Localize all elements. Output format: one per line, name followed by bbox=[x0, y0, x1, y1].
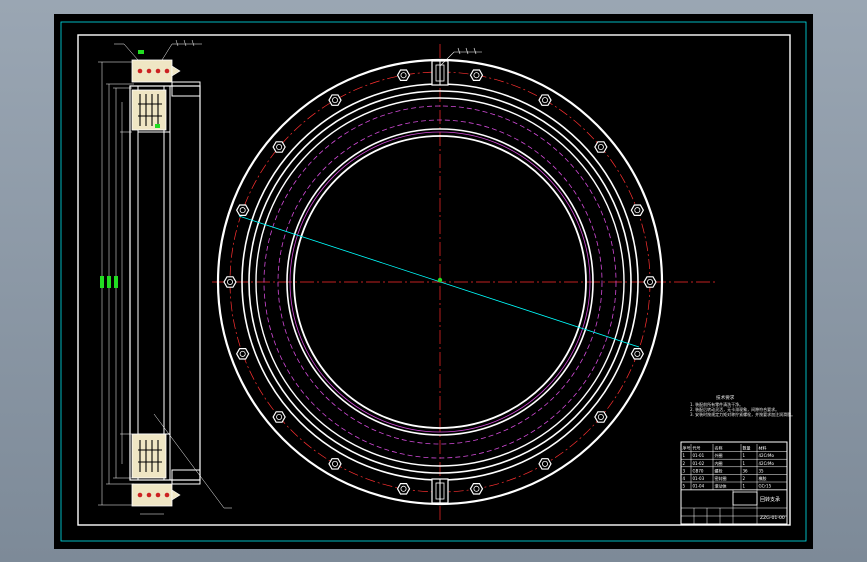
notes-heading: 技术要求 bbox=[716, 394, 735, 401]
side-green-marker-mid bbox=[155, 124, 160, 128]
bolt-hole-hex bbox=[272, 411, 286, 423]
bolt-hole-hex bbox=[469, 483, 484, 495]
parts-header-cell: 序号 bbox=[683, 445, 691, 451]
bolt-hole-hex bbox=[538, 94, 552, 106]
top-section bbox=[131, 59, 201, 131]
bolt-hole-hex bbox=[643, 276, 657, 288]
parts-header-cell: 代号 bbox=[693, 445, 701, 451]
bolt-hole-hex bbox=[630, 348, 645, 360]
bolt-hole-hex bbox=[469, 69, 484, 81]
parts-cell: 密封圈 bbox=[715, 475, 727, 481]
bolt-hole-hex bbox=[328, 94, 342, 106]
parts-cell: GCr15 bbox=[759, 484, 772, 489]
parts-cell: 42CrMo bbox=[759, 461, 775, 466]
parts-cell: 01-04 bbox=[693, 484, 705, 489]
parts-cell: 35 bbox=[759, 468, 765, 473]
parts-cell: 内圈 bbox=[715, 460, 723, 466]
bolt-hole-hex bbox=[538, 458, 552, 470]
bottom-fitting bbox=[431, 478, 449, 504]
parts-cell: 外圈 bbox=[715, 452, 723, 458]
parts-header-cell: 材料 bbox=[759, 445, 767, 451]
bolt-hole-hex bbox=[235, 204, 250, 216]
bolt-hole-hex bbox=[594, 411, 608, 423]
side-body-outline bbox=[129, 85, 201, 481]
side-dimension-ticks bbox=[100, 276, 118, 288]
bolt-hole-hex bbox=[328, 458, 342, 470]
title-block: 序号 代号 名称 数量 材料1 01-01 外圈 1 42CrMo2 01-02 内圈 1 42CrMo… bbox=[680, 441, 788, 525]
bolt-hole-hex bbox=[223, 276, 237, 288]
bolt-hole-hex bbox=[272, 141, 286, 153]
bolt-hole-hex bbox=[235, 348, 250, 360]
parts-cell: 01-02 bbox=[693, 461, 705, 466]
technical-notes: 技术要求 1. 装配前所有零件清洗干净。 2. 装配后转动灵活，无卡滞现象，间隙… bbox=[690, 394, 795, 417]
parts-cell: GB70 bbox=[693, 468, 704, 473]
top-fitting bbox=[431, 60, 449, 86]
parts-header-cell: 名称 bbox=[715, 445, 723, 451]
bolt-hole-hex bbox=[396, 69, 411, 81]
cad-viewport[interactable]: 技术要求 1. 装配前所有零件清洗干净。 2. 装配后转动灵活，无卡滞现象，间隙… bbox=[54, 14, 813, 549]
parts-header-cell: 数量 bbox=[743, 445, 751, 451]
parts-cell: 01-01 bbox=[693, 453, 705, 458]
front-view bbox=[212, 44, 716, 522]
parts-cell: 42CrMo bbox=[759, 453, 775, 458]
parts-cell: 螺栓 bbox=[715, 467, 723, 473]
parts-cell: 橡胶 bbox=[759, 475, 767, 481]
bolt-hole-hex bbox=[396, 483, 411, 495]
side-section-view bbox=[98, 39, 232, 515]
note-line-3: 3. 安装时按规定力矩对称拧紧螺栓，并按要求加注润滑脂。 bbox=[690, 411, 795, 417]
drawing-name: 回转支承 bbox=[760, 496, 780, 503]
center-marker bbox=[437, 277, 443, 283]
parts-cell: 36 bbox=[743, 468, 749, 473]
side-green-marker-top bbox=[138, 50, 144, 54]
parts-cell: 滚动体 bbox=[715, 483, 727, 489]
bolt-hole-hex bbox=[594, 141, 608, 153]
engineering-drawing: 技术要求 1. 装配前所有零件清洗干净。 2. 装配后转动灵活，无卡滞现象，间隙… bbox=[60, 21, 807, 542]
bottom-section bbox=[131, 433, 201, 507]
logo-box bbox=[732, 491, 758, 506]
parts-cell: 01-03 bbox=[693, 476, 705, 481]
bolt-hole-hex bbox=[630, 204, 645, 216]
